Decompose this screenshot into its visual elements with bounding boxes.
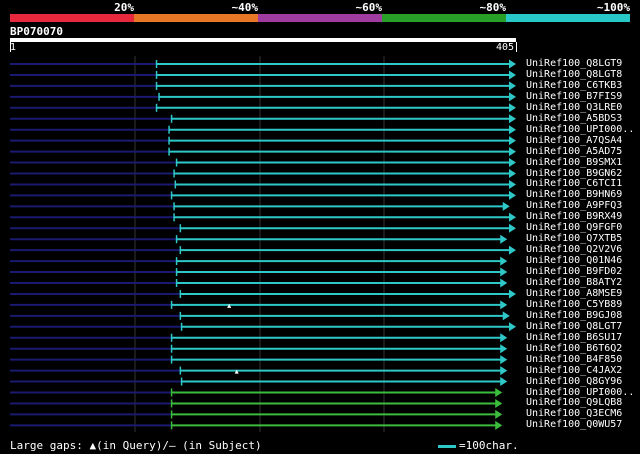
hit-arrowhead-icon <box>500 344 508 354</box>
hit-arrowhead-icon <box>509 92 516 102</box>
hit-label-link[interactable]: UniRef100_B9HN69 <box>526 189 622 200</box>
hit-arrowhead-icon <box>509 179 516 189</box>
scale-bar <box>438 445 456 448</box>
hit-arrowhead-icon <box>509 223 516 233</box>
hit-label-link[interactable]: UniRef100_A7QSA4 <box>526 135 622 146</box>
hit-arrowhead-icon <box>500 256 508 266</box>
hit-arrowhead-icon <box>500 377 508 387</box>
hit-label-link[interactable]: UniRef100_B4F850 <box>526 354 622 365</box>
hit-label-link[interactable]: UniRef100_A8MSE9 <box>526 288 622 299</box>
hit-label-link[interactable]: UniRef100_C6TKB3 <box>526 80 622 91</box>
hit-arrowhead-icon <box>500 355 508 365</box>
hit-arrowhead-icon <box>509 147 516 157</box>
hit-label-link[interactable]: UniRef100_Q3ECM6 <box>526 408 622 419</box>
hit-label-link[interactable]: UniRef100_B6SU17 <box>526 332 622 343</box>
hit-label-link[interactable]: UniRef100_B9GN62 <box>526 168 622 179</box>
hit-label-link[interactable]: UniRef100_Q8GY96 <box>526 376 622 387</box>
hit-arrowhead-icon <box>509 245 516 255</box>
hit-arrowhead-icon <box>500 234 508 244</box>
hit-label-link[interactable]: UniRef100_Q8LGT8 <box>526 69 622 80</box>
hit-arrowhead-icon <box>500 333 508 343</box>
hit-arrowhead-icon <box>502 201 510 211</box>
hit-label-link[interactable]: UniRef100_A5BDS3 <box>526 113 622 124</box>
hit-arrowhead-icon <box>509 136 516 146</box>
hit-label-link[interactable]: UniRef100_Q8LGT7 <box>526 321 622 332</box>
hit-arrowhead-icon <box>495 409 503 419</box>
hit-label-link[interactable]: UniRef100_C6TCI1 <box>526 178 622 189</box>
hit-arrowhead-icon <box>509 322 516 332</box>
hit-label-link[interactable]: UniRef100_UPI000.. <box>526 387 634 398</box>
hit-label-link[interactable]: UniRef100_B9GJ08 <box>526 310 622 321</box>
hit-label-link[interactable]: UniRef100_B9FD02 <box>526 266 622 277</box>
hit-label-link[interactable]: UniRef100_C5YB89 <box>526 299 622 310</box>
hit-label-link[interactable]: UniRef100_Q3LRE0 <box>526 102 622 113</box>
hit-arrowhead-icon <box>509 81 516 91</box>
hit-label-link[interactable]: UniRef100_Q0WU57 <box>526 419 622 430</box>
hit-label-link[interactable]: UniRef100_Q8LGT9 <box>526 58 622 69</box>
hit-arrowhead-icon <box>509 158 516 168</box>
hit-arrowhead-icon <box>509 190 516 200</box>
hit-label-link[interactable]: UniRef100_Q9LQB8 <box>526 397 622 408</box>
hit-label-link[interactable]: UniRef100_Q7XTB5 <box>526 233 622 244</box>
hit-label-link[interactable]: UniRef100_A9PFQ3 <box>526 200 622 211</box>
hit-arrowhead-icon <box>509 70 516 80</box>
hit-arrowhead-icon <box>502 311 510 321</box>
hit-label-link[interactable]: UniRef100_A5AD75 <box>526 146 622 157</box>
hit-arrowhead-icon <box>509 212 516 222</box>
hit-label-link[interactable]: UniRef100_B9SMX1 <box>526 157 622 168</box>
hit-arrowhead-icon <box>509 169 516 178</box>
hit-arrowhead-icon <box>500 278 508 288</box>
hit-arrowhead-icon <box>495 388 503 397</box>
hit-label-link[interactable]: UniRef100_Q9FGF0 <box>526 222 622 233</box>
scale-bar-label: =100char. <box>459 439 519 452</box>
hit-label-link[interactable]: UniRef100_C4JAX2 <box>526 365 622 376</box>
hit-arrowhead-icon <box>500 267 508 277</box>
hit-arrowhead-icon <box>500 366 508 376</box>
hit-arrowhead-icon <box>495 420 503 430</box>
hit-arrowhead-icon <box>509 59 516 69</box>
hit-label-link[interactable]: UniRef100_B6T6Q2 <box>526 343 622 354</box>
hit-label-link[interactable]: UniRef100_B9RX49 <box>526 211 622 222</box>
hit-label-link[interactable]: UniRef100_UPI000.. <box>526 124 634 135</box>
hit-label-link[interactable]: UniRef100_Q01N46 <box>526 255 622 266</box>
hit-label-link[interactable]: UniRef100_Q2V2V6 <box>526 244 622 255</box>
hit-arrowhead-icon <box>500 300 508 310</box>
hit-arrowhead-icon <box>495 398 503 408</box>
large-gaps-legend: Large gaps: ▲(in Query)/— (in Subject) <box>10 439 262 452</box>
hit-arrowhead-icon <box>509 114 516 124</box>
hit-arrowhead-icon <box>509 289 516 299</box>
hit-label-link[interactable]: UniRef100_B8ATY2 <box>526 277 622 288</box>
hit-label-link[interactable]: UniRef100_B7FIS9 <box>526 91 622 102</box>
hit-arrowhead-icon <box>509 103 516 113</box>
hit-arrowhead-icon <box>509 125 516 135</box>
